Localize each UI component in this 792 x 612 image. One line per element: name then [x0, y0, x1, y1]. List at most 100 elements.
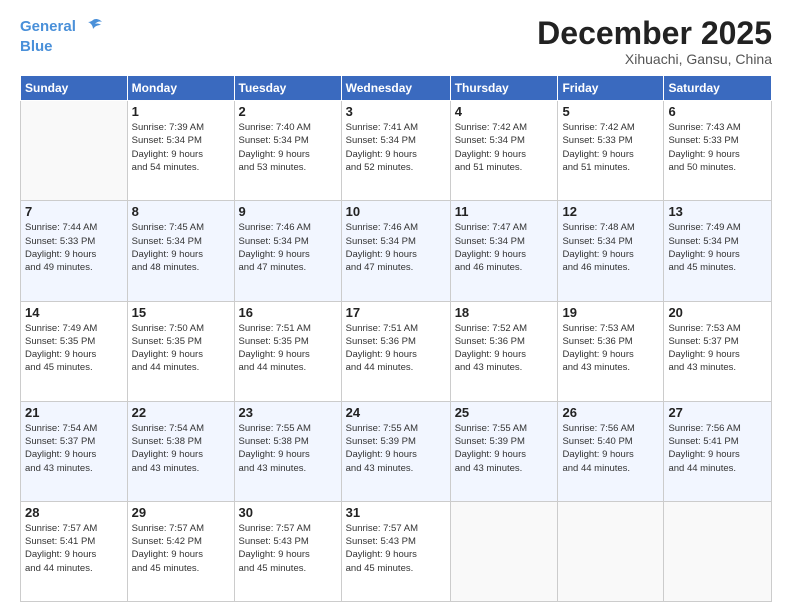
calendar-cell: 17 Sunrise: 7:51 AMSunset: 5:36 PMDayligh… — [341, 301, 450, 401]
calendar-cell: 8 Sunrise: 7:45 AMSunset: 5:34 PMDaylight… — [127, 201, 234, 301]
day-number: 9 — [239, 204, 337, 219]
day-number: 19 — [562, 305, 659, 320]
calendar-week-row-2: 14 Sunrise: 7:49 AMSunset: 5:35 PMDayligh… — [21, 301, 772, 401]
calendar-week-row-1: 7 Sunrise: 7:44 AMSunset: 5:33 PMDaylight… — [21, 201, 772, 301]
day-number: 26 — [562, 405, 659, 420]
calendar-cell: 12Sunrise: 7:48 AMSunset: 5:34 PMDayligh… — [558, 201, 664, 301]
header-wednesday: Wednesday — [341, 76, 450, 101]
calendar-cell: 20 Sunrise: 7:53 AMSunset: 5:37 PMDayligh… — [664, 301, 772, 401]
day-info: Sunrise: 7:49 AMSunset: 5:35 PMDaylight:… — [25, 322, 123, 375]
day-number: 29 — [132, 505, 230, 520]
calendar-cell: 9 Sunrise: 7:46 AMSunset: 5:34 PMDaylight… — [234, 201, 341, 301]
day-number: 15 — [132, 305, 230, 320]
day-number: 22 — [132, 405, 230, 420]
day-number: 18 — [455, 305, 554, 320]
calendar-cell — [450, 501, 558, 601]
day-info: Sunrise: 7:52 AMSunset: 5:36 PMDaylight:… — [455, 322, 554, 375]
calendar-table: Sunday Monday Tuesday Wednesday Thursday… — [20, 75, 772, 602]
logo-blue: Blue — [20, 38, 104, 56]
day-info: Sunrise: 7:51 AMSunset: 5:35 PMDaylight:… — [239, 322, 337, 375]
day-info: Sunrise: 7:49 AMSunset: 5:34 PMDaylight:… — [668, 221, 767, 274]
day-number: 23 — [239, 405, 337, 420]
day-number: 7 — [25, 204, 123, 219]
calendar-cell: 14 Sunrise: 7:49 AMSunset: 5:35 PMDayligh… — [21, 301, 128, 401]
logo: General Blue — [20, 16, 104, 56]
day-number: 25 — [455, 405, 554, 420]
day-info: Sunrise: 7:56 AMSunset: 5:40 PMDaylight:… — [562, 422, 659, 475]
day-info: Sunrise: 7:42 AMSunset: 5:34 PMDaylight:… — [455, 121, 554, 174]
calendar-cell: 1 Sunrise: 7:39 AMSunset: 5:34 PMDaylight… — [127, 101, 234, 201]
calendar-cell: 27Sunrise: 7:56 AMSunset: 5:41 PMDayligh… — [664, 401, 772, 501]
logo-bird-icon — [82, 16, 104, 38]
header-saturday: Saturday — [664, 76, 772, 101]
calendar-cell — [558, 501, 664, 601]
calendar-cell: 31 Sunrise: 7:57 AMSunset: 5:43 PMDayligh… — [341, 501, 450, 601]
calendar-cell: 18 Sunrise: 7:52 AMSunset: 5:36 PMDayligh… — [450, 301, 558, 401]
day-info: Sunrise: 7:53 AMSunset: 5:37 PMDaylight:… — [668, 322, 767, 375]
header-sunday: Sunday — [21, 76, 128, 101]
day-info: Sunrise: 7:45 AMSunset: 5:34 PMDaylight:… — [132, 221, 230, 274]
day-info: Sunrise: 7:56 AMSunset: 5:41 PMDaylight:… — [668, 422, 767, 475]
day-number: 24 — [346, 405, 446, 420]
day-info: Sunrise: 7:46 AMSunset: 5:34 PMDaylight:… — [239, 221, 337, 274]
calendar-cell: 15 Sunrise: 7:50 AMSunset: 5:35 PMDayligh… — [127, 301, 234, 401]
calendar-cell: 28Sunrise: 7:57 AMSunset: 5:41 PMDayligh… — [21, 501, 128, 601]
calendar-cell: 5Sunrise: 7:42 AMSunset: 5:33 PMDaylight… — [558, 101, 664, 201]
day-number: 4 — [455, 104, 554, 119]
header-friday: Friday — [558, 76, 664, 101]
day-number: 17 — [346, 305, 446, 320]
calendar-cell: 10 Sunrise: 7:46 AMSunset: 5:34 PMDayligh… — [341, 201, 450, 301]
day-number: 28 — [25, 505, 123, 520]
day-number: 30 — [239, 505, 337, 520]
day-info: Sunrise: 7:42 AMSunset: 5:33 PMDaylight:… — [562, 121, 659, 174]
day-number: 8 — [132, 204, 230, 219]
day-number: 2 — [239, 104, 337, 119]
day-info: Sunrise: 7:39 AMSunset: 5:34 PMDaylight:… — [132, 121, 230, 174]
calendar-cell: 30 Sunrise: 7:57 AMSunset: 5:43 PMDayligh… — [234, 501, 341, 601]
page-container: General Blue December 2025 Xihuachi, Gan… — [0, 0, 792, 612]
day-info: Sunrise: 7:54 AMSunset: 5:38 PMDaylight:… — [132, 422, 230, 475]
calendar-cell: 25 Sunrise: 7:55 AMSunset: 5:39 PMDayligh… — [450, 401, 558, 501]
calendar-cell: 21 Sunrise: 7:54 AMSunset: 5:37 PMDayligh… — [21, 401, 128, 501]
day-number: 6 — [668, 104, 767, 119]
day-info: Sunrise: 7:54 AMSunset: 5:37 PMDaylight:… — [25, 422, 123, 475]
calendar-cell — [664, 501, 772, 601]
day-number: 13 — [668, 204, 767, 219]
day-info: Sunrise: 7:44 AMSunset: 5:33 PMDaylight:… — [25, 221, 123, 274]
day-number: 10 — [346, 204, 446, 219]
day-info: Sunrise: 7:48 AMSunset: 5:34 PMDaylight:… — [562, 221, 659, 274]
day-info: Sunrise: 7:50 AMSunset: 5:35 PMDaylight:… — [132, 322, 230, 375]
day-info: Sunrise: 7:55 AMSunset: 5:38 PMDaylight:… — [239, 422, 337, 475]
calendar-cell: 19 Sunrise: 7:53 AMSunset: 5:36 PMDayligh… — [558, 301, 664, 401]
calendar-cell: 16 Sunrise: 7:51 AMSunset: 5:35 PMDayligh… — [234, 301, 341, 401]
calendar-cell: 3Sunrise: 7:41 AMSunset: 5:34 PMDaylight… — [341, 101, 450, 201]
calendar-cell: 26 Sunrise: 7:56 AMSunset: 5:40 PMDayligh… — [558, 401, 664, 501]
logo-general: General — [20, 18, 76, 35]
day-number: 21 — [25, 405, 123, 420]
month-title: December 2025 — [537, 16, 772, 51]
day-number: 14 — [25, 305, 123, 320]
calendar-week-row-0: 1 Sunrise: 7:39 AMSunset: 5:34 PMDaylight… — [21, 101, 772, 201]
header-thursday: Thursday — [450, 76, 558, 101]
day-info: Sunrise: 7:57 AMSunset: 5:43 PMDaylight:… — [346, 522, 446, 575]
calendar-cell: 22 Sunrise: 7:54 AMSunset: 5:38 PMDayligh… — [127, 401, 234, 501]
day-info: Sunrise: 7:57 AMSunset: 5:42 PMDaylight:… — [132, 522, 230, 575]
day-info: Sunrise: 7:51 AMSunset: 5:36 PMDaylight:… — [346, 322, 446, 375]
day-info: Sunrise: 7:53 AMSunset: 5:36 PMDaylight:… — [562, 322, 659, 375]
header-monday: Monday — [127, 76, 234, 101]
day-number: 16 — [239, 305, 337, 320]
day-number: 1 — [132, 104, 230, 119]
day-info: Sunrise: 7:55 AMSunset: 5:39 PMDaylight:… — [455, 422, 554, 475]
logo-text: General — [20, 16, 104, 38]
day-info: Sunrise: 7:57 AMSunset: 5:43 PMDaylight:… — [239, 522, 337, 575]
day-number: 20 — [668, 305, 767, 320]
calendar-cell: 29 Sunrise: 7:57 AMSunset: 5:42 PMDayligh… — [127, 501, 234, 601]
day-info: Sunrise: 7:43 AMSunset: 5:33 PMDaylight:… — [668, 121, 767, 174]
day-info: Sunrise: 7:40 AMSunset: 5:34 PMDaylight:… — [239, 121, 337, 174]
day-info: Sunrise: 7:46 AMSunset: 5:34 PMDaylight:… — [346, 221, 446, 274]
day-number: 3 — [346, 104, 446, 119]
calendar-cell: 4 Sunrise: 7:42 AMSunset: 5:34 PMDaylight… — [450, 101, 558, 201]
day-number: 11 — [455, 204, 554, 219]
day-number: 31 — [346, 505, 446, 520]
calendar-cell: 6 Sunrise: 7:43 AMSunset: 5:33 PMDaylight… — [664, 101, 772, 201]
